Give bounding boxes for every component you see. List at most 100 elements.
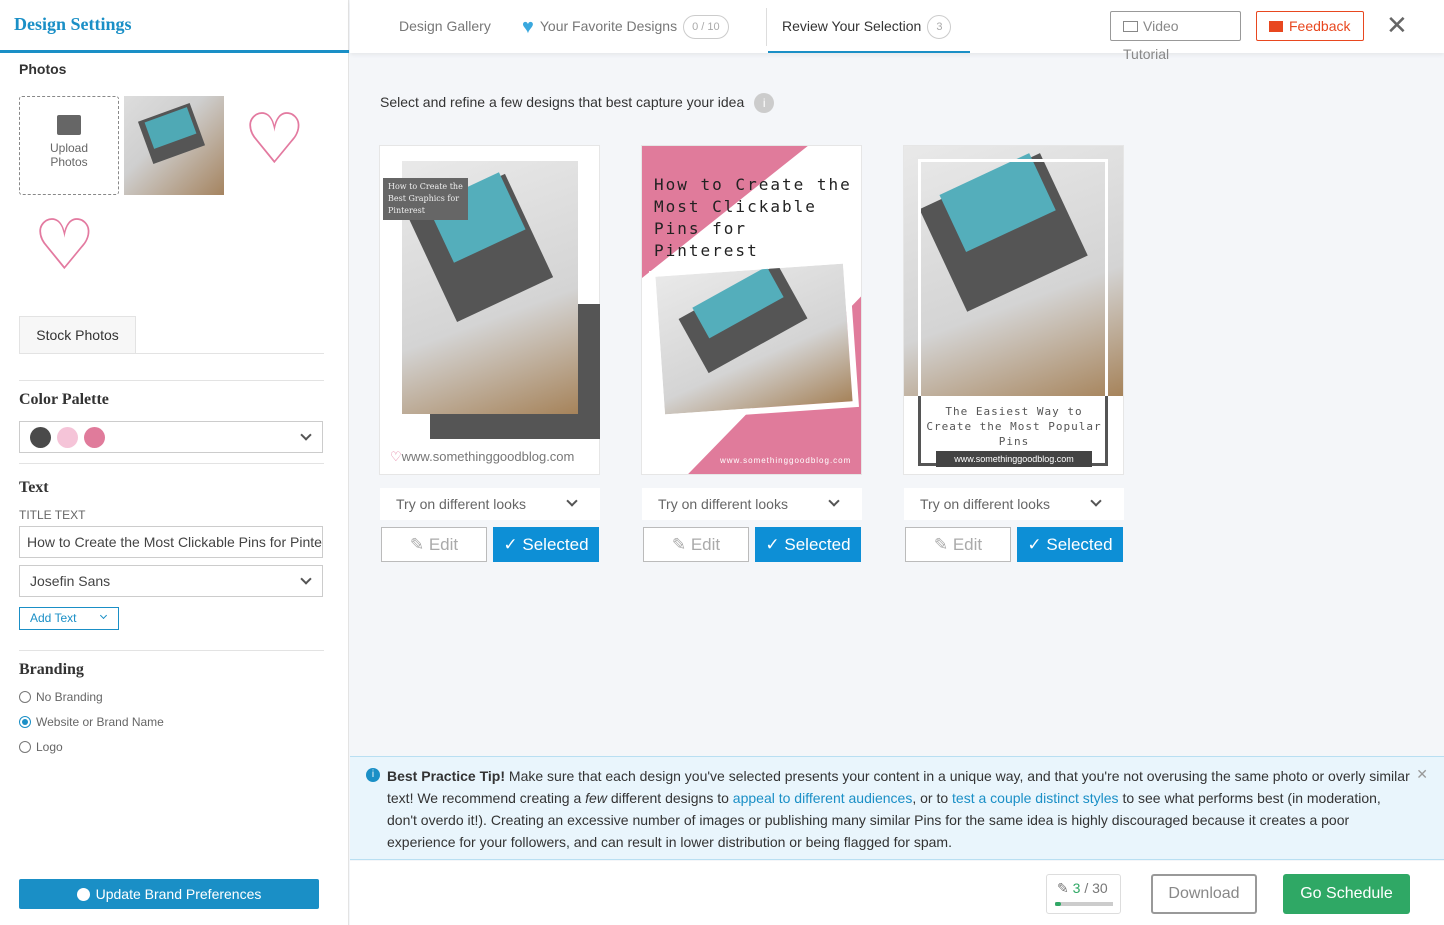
radio-label: Logo bbox=[36, 740, 63, 754]
radio-label: Website or Brand Name bbox=[36, 715, 164, 729]
tip-text: different designs to bbox=[606, 790, 733, 806]
font-value: Josefin Sans bbox=[30, 573, 111, 589]
edit-button-3[interactable]: ✎ Edit bbox=[905, 527, 1011, 562]
radio-logo[interactable]: Logo bbox=[19, 740, 63, 754]
add-text-label: Add Text bbox=[30, 611, 77, 625]
chevron-down-icon bbox=[828, 495, 840, 507]
close-icon[interactable]: ✕ bbox=[1386, 10, 1408, 41]
pencil-icon: ✎ bbox=[671, 535, 691, 554]
title-text-input[interactable]: How to Create the Most Clickable Pins fo… bbox=[19, 526, 323, 558]
chevron-down-icon bbox=[1090, 495, 1102, 507]
radio-label: No Branding bbox=[36, 690, 103, 704]
add-image-icon bbox=[57, 115, 81, 135]
looks-label: Try on different looks bbox=[920, 496, 1050, 512]
tab-review-selection[interactable]: Review Your Selection 3 bbox=[768, 0, 970, 53]
photo-thumbnail-heart-2[interactable]: ♡ bbox=[33, 210, 96, 280]
chevron-down-icon bbox=[99, 611, 108, 620]
looks-dropdown-3[interactable]: Try on different looks bbox=[904, 488, 1124, 520]
check-icon: ✓ bbox=[503, 535, 523, 554]
update-brand-preferences-button[interactable]: Update Brand Preferences bbox=[19, 879, 319, 909]
instruction-label: Select and refine a few designs that bes… bbox=[380, 94, 745, 110]
tab-label: Your Favorite Designs bbox=[539, 18, 678, 34]
design-settings-sidebar: Design Settings Photos Upload Photos ♡ ♡… bbox=[0, 0, 349, 925]
test-styles-link[interactable]: test a couple distinct styles bbox=[952, 790, 1119, 806]
update-label: Update Brand Preferences bbox=[95, 886, 262, 902]
count-total: / 30 bbox=[1084, 880, 1108, 896]
looks-label: Try on different looks bbox=[396, 496, 526, 512]
comment-icon bbox=[1269, 21, 1283, 32]
photo-thumbnail-laptop[interactable] bbox=[124, 96, 224, 195]
appeal-audiences-link[interactable]: appeal to different audiences bbox=[733, 790, 913, 806]
selected-label: Selected bbox=[784, 535, 851, 554]
video-tutorial-button[interactable]: Video Tutorial bbox=[1110, 11, 1241, 62]
pencil-icon: ✎ bbox=[933, 535, 953, 554]
best-practice-tip: i ✕ Best Practice Tip! Make sure that ea… bbox=[350, 756, 1444, 860]
favorites-count-badge: 0 / 10 bbox=[683, 15, 729, 40]
tab-label: Review Your Selection bbox=[782, 18, 922, 34]
color-palette-select[interactable] bbox=[19, 421, 323, 453]
heart-logo-icon: ♡ bbox=[390, 449, 402, 464]
palette-swatch bbox=[57, 427, 78, 448]
chevron-down-icon bbox=[300, 573, 312, 585]
looks-dropdown-1[interactable]: Try on different looks bbox=[380, 488, 600, 520]
upload-label: Upload Photos bbox=[49, 141, 89, 169]
tab-separator bbox=[766, 8, 767, 46]
design-url: www.somethinggoodblog.com bbox=[936, 451, 1092, 467]
tab-favorite-designs[interactable]: ♥ Your Favorite Designs 0 / 10 bbox=[522, 0, 729, 53]
selected-button-3[interactable]: ✓ Selected bbox=[1017, 527, 1123, 562]
radio-no-branding[interactable]: No Branding bbox=[19, 690, 103, 704]
font-select[interactable]: Josefin Sans bbox=[19, 565, 323, 597]
photos-heading: Photos bbox=[19, 61, 67, 77]
upload-photos-button[interactable]: Upload Photos bbox=[19, 96, 119, 195]
divider bbox=[19, 650, 324, 651]
design-card-2[interactable]: How to Create the Most Clickable Pins fo… bbox=[641, 145, 862, 475]
color-palette-heading: Color Palette bbox=[19, 391, 109, 408]
close-tip-icon[interactable]: ✕ bbox=[1416, 763, 1428, 785]
title-text-label: TITLE TEXT bbox=[19, 508, 86, 522]
selected-button-2[interactable]: ✓ Selected bbox=[755, 527, 861, 562]
footer-bar: ✎ 3 / 30 Download Go Schedule bbox=[350, 861, 1444, 925]
edit-button-2[interactable]: ✎ Edit bbox=[643, 527, 749, 562]
design-url: www.somethinggoodblog.com bbox=[720, 456, 852, 465]
brush-icon: ✎ bbox=[1057, 880, 1073, 896]
tab-design-gallery[interactable]: Design Gallery bbox=[399, 0, 491, 53]
instruction-text: Select and refine a few designs that bes… bbox=[380, 93, 775, 113]
check-icon: ✓ bbox=[1027, 535, 1047, 554]
divider bbox=[19, 380, 324, 381]
selected-button-1[interactable]: ✓ Selected bbox=[493, 527, 599, 562]
design-card-1[interactable]: How to Create the Best Graphics for Pint… bbox=[379, 145, 600, 475]
chevron-down-icon bbox=[300, 429, 312, 441]
design-count-indicator: ✎ 3 / 30 bbox=[1046, 874, 1121, 914]
title-underline bbox=[0, 50, 349, 53]
count-value: 3 bbox=[1072, 880, 1081, 896]
chevron-down-icon bbox=[566, 495, 578, 507]
photo-thumbnail-heart[interactable]: ♡ bbox=[243, 104, 306, 174]
edit-label: Edit bbox=[690, 535, 721, 554]
info-icon[interactable]: i bbox=[754, 93, 775, 113]
url-text: www.somethinggoodblog.com bbox=[401, 449, 575, 464]
text-heading: Text bbox=[19, 479, 49, 496]
add-text-button[interactable]: Add Text bbox=[19, 607, 119, 630]
palette-swatch bbox=[84, 427, 105, 448]
design-card-3[interactable]: The Easiest Way to Create the Most Popul… bbox=[903, 145, 1124, 475]
design-url: ♡www.somethinggoodblog.com bbox=[390, 449, 574, 465]
radio-website-brand-name[interactable]: Website or Brand Name bbox=[19, 715, 164, 729]
looks-label: Try on different looks bbox=[658, 496, 788, 512]
branding-heading: Branding bbox=[19, 661, 84, 678]
feedback-label: Feedback bbox=[1289, 18, 1351, 34]
selection-count-badge: 3 bbox=[927, 15, 952, 40]
design-title: How to Create the Best Graphics for Pint… bbox=[383, 178, 468, 220]
stock-photos-tab[interactable]: Stock Photos bbox=[19, 316, 136, 353]
edit-label: Edit bbox=[952, 535, 983, 554]
user-icon bbox=[76, 888, 90, 901]
design-title: The Easiest Way to Create the Most Popul… bbox=[926, 405, 1102, 448]
pencil-icon: ✎ bbox=[409, 535, 429, 554]
divider bbox=[19, 463, 324, 464]
feedback-button[interactable]: Feedback bbox=[1256, 11, 1364, 41]
edit-button-1[interactable]: ✎ Edit bbox=[381, 527, 487, 562]
design-photo bbox=[649, 257, 859, 421]
looks-dropdown-2[interactable]: Try on different looks bbox=[642, 488, 862, 520]
top-nav: Design Gallery ♥ Your Favorite Designs 0 /… bbox=[350, 0, 1444, 62]
go-schedule-button[interactable]: Go Schedule bbox=[1283, 874, 1410, 914]
download-button[interactable]: Download bbox=[1151, 874, 1257, 914]
